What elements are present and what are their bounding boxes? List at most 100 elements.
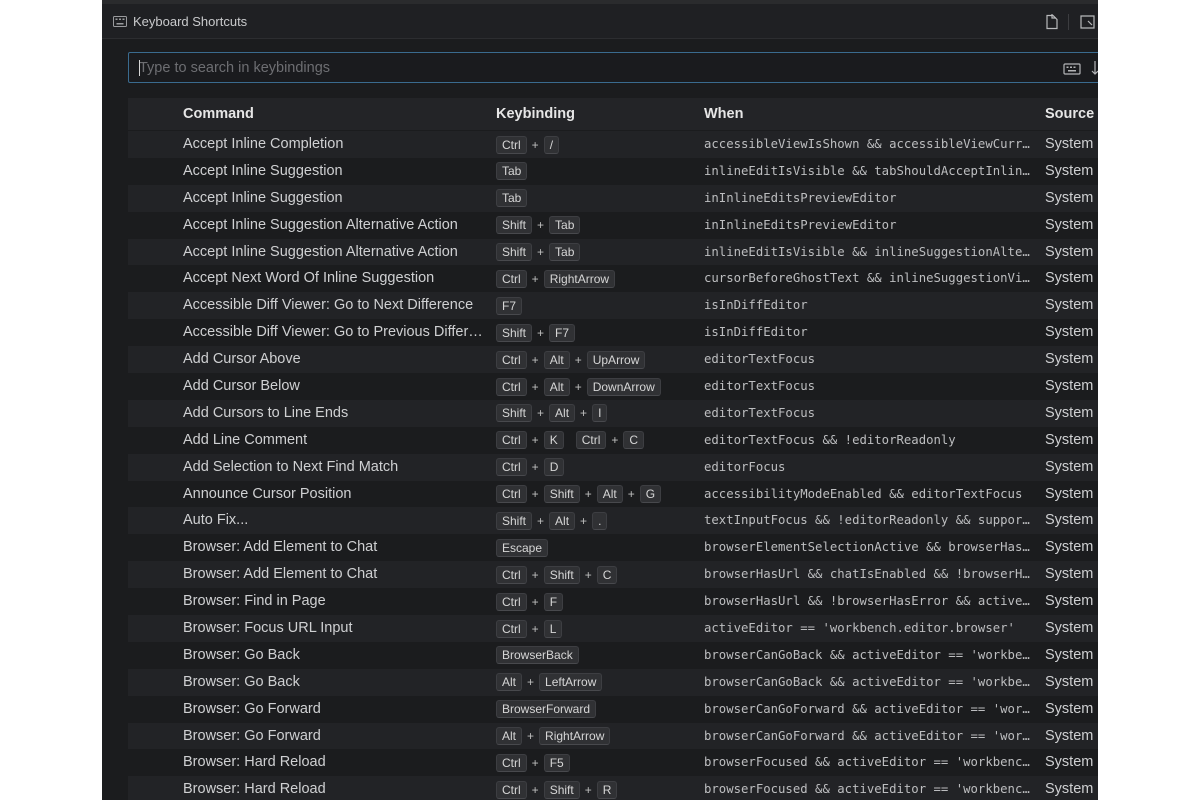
source-cell: System bbox=[1045, 620, 1094, 637]
keycap: Ctrl bbox=[496, 753, 527, 772]
keycap: Ctrl bbox=[496, 780, 527, 799]
table-row[interactable]: Browser: Go Forward Alt + RightArrow browser… bbox=[128, 722, 1098, 750]
keyboard-icon bbox=[113, 14, 127, 28]
table-row[interactable]: Announce Cursor Position Ctrl + Shift + Alt + G… bbox=[128, 481, 1098, 508]
table-row[interactable]: Browser: Add Element to Chat Escape browse… bbox=[128, 534, 1098, 561]
when-cell: editorTextFocus && !editorReadonly bbox=[704, 432, 956, 447]
editor-tab[interactable]: Keyboard Shortcuts bbox=[102, 4, 1098, 39]
keycap: Ctrl bbox=[496, 431, 527, 450]
table-row[interactable]: Browser: Focus URL Input Ctrl + LactiveEdit… bbox=[128, 615, 1098, 642]
open-keybindings-json-icon[interactable] bbox=[1042, 12, 1062, 32]
source-cell: System bbox=[1045, 700, 1094, 717]
search-input[interactable] bbox=[139, 53, 1019, 82]
keycap: Tab bbox=[496, 189, 528, 208]
table-row[interactable]: Accept Inline Completion Ctrl + / accessible… bbox=[128, 131, 1098, 158]
split-editor-icon[interactable] bbox=[1078, 12, 1098, 32]
key-plus: + bbox=[584, 782, 592, 797]
command-cell: Add Cursors to Line Ends bbox=[183, 404, 349, 421]
table-row[interactable]: Add Line Comment Ctrl + K Ctrl + CeditorTextFo… bbox=[128, 427, 1098, 454]
keycap: Ctrl bbox=[496, 619, 527, 638]
command-cell: Browser: Hard Reload bbox=[183, 754, 326, 771]
table-row[interactable]: Auto Fix... Shift + Alt +. textInputFocus && … bbox=[128, 507, 1098, 535]
keycap: F5 bbox=[543, 753, 570, 772]
column-header-keybinding[interactable]: Keybinding bbox=[496, 98, 575, 130]
keycap: . bbox=[592, 511, 608, 530]
table-row[interactable]: Browser: Hard Reload Ctrl + F5 browserFocuse… bbox=[128, 749, 1098, 776]
when-cell: isInDiffEditor bbox=[704, 325, 808, 340]
source-cell: System bbox=[1045, 458, 1094, 475]
keycap: BrowserForward bbox=[496, 700, 597, 719]
table-header: Command Keybinding When Source bbox=[128, 98, 1098, 130]
sort-by-precedence-icon[interactable] bbox=[1091, 59, 1098, 77]
keycap: Shift bbox=[543, 485, 580, 504]
when-cell: browserHasUrl && !browserHasError && act… bbox=[704, 594, 1030, 609]
keyboard-record-icon[interactable] bbox=[1063, 61, 1081, 75]
keycap: LeftArrow bbox=[539, 673, 603, 692]
command-cell: Browser: Go Forward bbox=[183, 700, 321, 717]
when-cell: accessibilityModeEnabled && editorTextFo… bbox=[704, 486, 1023, 501]
table-row[interactable]: Browser: Go Forward BrowserForward browser… bbox=[128, 696, 1098, 723]
table-row[interactable]: Browser: Go Back Alt + LeftArrow browserCanG… bbox=[128, 668, 1098, 696]
table-row[interactable]: Browser: Find in Page Ctrl + FbrowserHasUrl… bbox=[128, 588, 1098, 615]
keycap: I bbox=[592, 404, 608, 423]
command-cell: Add Cursor Below bbox=[183, 378, 300, 395]
command-cell: Browser: Go Back bbox=[183, 646, 300, 663]
table-row[interactable]: Accept Inline Suggestion Tab inInlineEdits… bbox=[128, 184, 1098, 212]
column-header-when[interactable]: When bbox=[704, 98, 743, 130]
key-plus: + bbox=[531, 782, 539, 797]
table-row[interactable]: Browser: Add Element to Chat Ctrl + Shift + C… bbox=[128, 561, 1098, 589]
when-cell: browserFocused && activeEditor == 'workb… bbox=[704, 782, 1030, 797]
key-plus: + bbox=[531, 137, 539, 152]
key-plus: + bbox=[527, 729, 535, 744]
keycap: Alt bbox=[596, 485, 623, 504]
keyboard-shortcuts-editor: Keyboard Shortcuts Command Keybinding Wh… bbox=[102, 0, 1098, 800]
source-cell: System bbox=[1045, 431, 1094, 448]
keycap: Shift bbox=[543, 565, 580, 584]
keycap: Ctrl bbox=[496, 565, 527, 584]
when-cell: inlineEditIsVisible && inlineSuggestionA… bbox=[704, 244, 1030, 259]
when-cell: browserHasUrl && chatIsEnabled && !brows… bbox=[704, 567, 1030, 582]
table-row[interactable]: Accept Inline Suggestion Alternative Act… bbox=[128, 238, 1098, 266]
table-row[interactable]: Add Selection to Next Find Match Ctrl + Ded… bbox=[128, 453, 1098, 481]
table-row[interactable]: Browser: Go Back BrowserBack browserCanGoB… bbox=[128, 642, 1098, 669]
table-row[interactable]: Accept Inline Suggestion Tab inlineEditIsV… bbox=[128, 158, 1098, 185]
table-row[interactable]: Add Cursor Above Ctrl + Alt + UpArrow editorTe… bbox=[128, 346, 1098, 374]
command-cell: Browser: Find in Page bbox=[183, 593, 326, 610]
keybindings-table: Accept Inline Completion Ctrl + / accessible… bbox=[128, 131, 1098, 800]
table-row[interactable]: Accessible Diff Viewer: Go to Next Diffe… bbox=[128, 292, 1098, 320]
keycap: / bbox=[543, 135, 560, 154]
table-row[interactable]: Add Cursors to Line Ends Shift + Alt + Iedito… bbox=[128, 399, 1098, 427]
command-cell: Auto Fix... bbox=[183, 512, 249, 529]
when-cell: browserCanGoBack && activeEditor == 'wor… bbox=[704, 674, 1030, 689]
key-plus: + bbox=[627, 487, 635, 502]
column-header-source[interactable]: Source bbox=[1045, 98, 1094, 130]
when-cell: cursorBeforeGhostText && inlineSuggestio… bbox=[704, 271, 1030, 286]
keycap: RightArrow bbox=[539, 727, 611, 746]
table-row[interactable]: Accept Inline Suggestion Alternative Act… bbox=[128, 212, 1098, 239]
command-cell: Browser: Go Forward bbox=[183, 727, 321, 744]
source-cell: System bbox=[1045, 136, 1094, 152]
keybinding-cell: Ctrl + K Ctrl + C bbox=[496, 431, 645, 450]
table-row[interactable]: Accept Next Word Of Inline Suggestion Ctr… bbox=[128, 265, 1098, 292]
keycap: Ctrl bbox=[496, 377, 527, 396]
column-header-command[interactable]: Command bbox=[183, 98, 254, 130]
keycap: Alt bbox=[549, 404, 576, 423]
table-row[interactable]: Browser: Hard Reload Ctrl + Shift + RbrowserF… bbox=[128, 776, 1098, 800]
command-cell: Browser: Add Element to Chat bbox=[183, 539, 378, 556]
key-plus: + bbox=[531, 379, 539, 394]
key-plus: + bbox=[537, 325, 545, 340]
key-plus: + bbox=[531, 433, 539, 448]
keycap: Alt bbox=[549, 511, 576, 530]
table-row[interactable]: Accessible Diff Viewer: Go to Previous D… bbox=[128, 319, 1098, 346]
keycap: Alt bbox=[496, 673, 523, 692]
search-box[interactable] bbox=[128, 52, 1098, 83]
keycap: Shift bbox=[496, 404, 533, 423]
when-cell: inlineEditIsVisible && tabShouldAcceptIn… bbox=[704, 163, 1030, 178]
source-cell: System bbox=[1045, 539, 1094, 556]
key-plus: + bbox=[531, 271, 539, 286]
keycap: DownArrow bbox=[586, 377, 661, 396]
source-cell: System bbox=[1045, 162, 1094, 179]
keycap: Shift bbox=[496, 511, 533, 530]
when-cell: inInlineEditsPreviewEditor bbox=[704, 190, 897, 205]
table-row[interactable]: Add Cursor Below Ctrl + Alt + DownArrow editor… bbox=[128, 373, 1098, 400]
